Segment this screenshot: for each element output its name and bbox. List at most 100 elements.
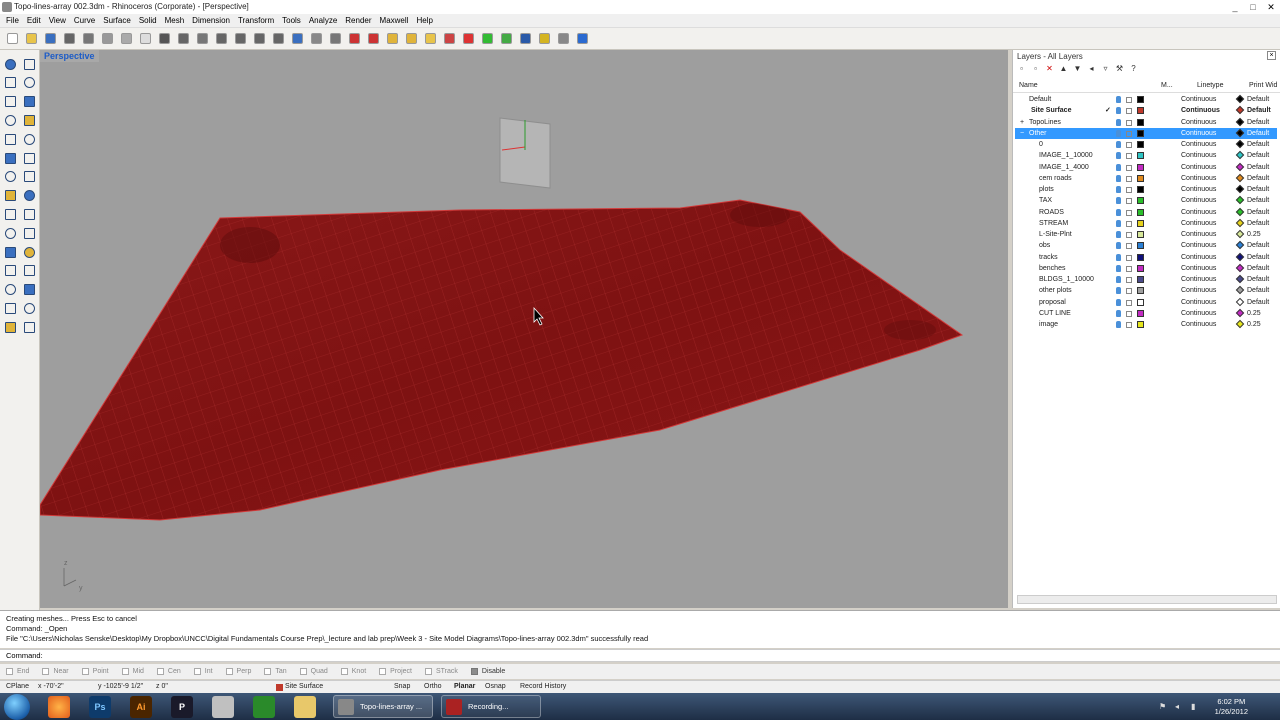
layer-print-width[interactable]: 0.25 bbox=[1247, 229, 1261, 240]
layer-print-width[interactable]: Default bbox=[1247, 128, 1269, 139]
move-up-icon[interactable]: ▲ bbox=[1059, 64, 1068, 73]
layer-print-width[interactable]: 0.25 bbox=[1247, 319, 1261, 330]
layer-color-swatch[interactable] bbox=[1137, 163, 1144, 171]
layer-color-swatch[interactable] bbox=[1137, 208, 1144, 216]
lock-icon[interactable] bbox=[1126, 187, 1132, 193]
new-layer-icon[interactable]: ▫ bbox=[1017, 64, 1026, 73]
rendered-view-icon[interactable] bbox=[498, 30, 515, 47]
array-tool-icon[interactable] bbox=[21, 244, 37, 260]
layer-print-width[interactable]: Default bbox=[1247, 240, 1269, 251]
arc-tool-icon[interactable] bbox=[21, 94, 37, 110]
show-icon[interactable] bbox=[365, 30, 382, 47]
lock-icon[interactable] bbox=[1126, 232, 1132, 238]
firefox-icon[interactable] bbox=[48, 696, 70, 718]
menu-help[interactable]: Help bbox=[412, 14, 436, 28]
lock-icon[interactable] bbox=[1126, 254, 1132, 261]
lock-icon[interactable] bbox=[1126, 220, 1132, 227]
col-print-width[interactable]: Print Wid bbox=[1249, 82, 1277, 89]
layer-color-swatch[interactable] bbox=[1137, 186, 1144, 193]
open-icon[interactable] bbox=[23, 30, 40, 47]
print-color-icon[interactable] bbox=[1235, 229, 1245, 239]
explorer-folder-icon[interactable] bbox=[294, 696, 316, 718]
layer-color-swatch[interactable] bbox=[1137, 321, 1144, 328]
layer-name[interactable]: tracks bbox=[1039, 252, 1058, 263]
status-cplane[interactable]: CPlane bbox=[6, 681, 29, 693]
layer-print-width[interactable]: Default bbox=[1247, 94, 1269, 105]
taskbar-recording-window[interactable]: Recording... bbox=[441, 695, 541, 718]
trim-tool-icon[interactable] bbox=[2, 263, 18, 279]
layer-linetype[interactable]: Continuous bbox=[1181, 207, 1216, 218]
menu-solid[interactable]: Solid bbox=[135, 14, 161, 28]
options-icon[interactable] bbox=[555, 30, 572, 47]
menu-transform[interactable]: Transform bbox=[234, 14, 278, 28]
analyze-tool-icon[interactable] bbox=[2, 300, 18, 316]
polyline-tool-icon[interactable] bbox=[2, 75, 18, 91]
visibility-bulb-icon[interactable] bbox=[1116, 186, 1121, 193]
perspective-viewport[interactable]: z y Perspective bbox=[40, 50, 1008, 608]
layer-print-width[interactable]: Default bbox=[1247, 162, 1269, 173]
layer-name[interactable]: image bbox=[1039, 319, 1058, 330]
viewport-canvas[interactable]: z y bbox=[40, 50, 1008, 608]
rectangle-tool-icon[interactable] bbox=[2, 112, 18, 128]
col-material[interactable]: M... bbox=[1161, 82, 1173, 89]
layers-panel-close-button[interactable]: × bbox=[1267, 51, 1276, 60]
layer-linetype[interactable]: Continuous bbox=[1181, 319, 1216, 330]
layer-linetype[interactable]: Continuous bbox=[1181, 195, 1216, 206]
visibility-bulb-icon[interactable] bbox=[1116, 264, 1121, 272]
status-snap-toggle[interactable]: Snap bbox=[394, 681, 410, 693]
fillet-tool-icon[interactable] bbox=[21, 131, 37, 147]
paste-icon[interactable] bbox=[137, 30, 154, 47]
visibility-bulb-icon[interactable] bbox=[1116, 152, 1121, 160]
osnap-checkbox[interactable] bbox=[193, 668, 201, 675]
layer-print-width[interactable]: Default bbox=[1247, 184, 1269, 195]
zoom-extents-icon[interactable] bbox=[251, 30, 268, 47]
start-button[interactable] bbox=[4, 694, 30, 720]
layer-linetype[interactable]: Continuous bbox=[1181, 184, 1216, 195]
print-color-icon[interactable] bbox=[1235, 139, 1245, 149]
layer-name[interactable]: proposal bbox=[1039, 297, 1066, 308]
status-planar-toggle[interactable]: Planar bbox=[454, 681, 475, 693]
print-color-icon[interactable] bbox=[1235, 94, 1245, 104]
visibility-bulb-icon[interactable] bbox=[1116, 219, 1121, 227]
tools-icon[interactable]: ⚒ bbox=[1115, 64, 1124, 73]
point-tool-icon[interactable] bbox=[21, 56, 37, 72]
pan-icon[interactable] bbox=[175, 30, 192, 47]
rotate-icon[interactable] bbox=[194, 30, 211, 47]
lock-icon[interactable] bbox=[1126, 108, 1132, 115]
copy-obj-tool-icon[interactable] bbox=[21, 225, 37, 241]
layer-row[interactable]: plots Continuous Default bbox=[1015, 184, 1277, 195]
visibility-bulb-icon[interactable] bbox=[1116, 321, 1121, 328]
layer-color-swatch[interactable] bbox=[1137, 197, 1144, 205]
visibility-bulb-icon[interactable] bbox=[1116, 242, 1121, 250]
visibility-bulb-icon[interactable] bbox=[1116, 208, 1121, 216]
delete-layer-icon[interactable]: ✕ bbox=[1045, 64, 1054, 73]
layer-name[interactable]: STREAM bbox=[1039, 218, 1068, 229]
layer-color-swatch[interactable] bbox=[1137, 118, 1144, 126]
layer-icon[interactable] bbox=[422, 30, 439, 47]
visibility-bulb-icon[interactable] bbox=[1116, 174, 1121, 182]
layer-row[interactable]: TAX Continuous Default bbox=[1015, 195, 1277, 206]
layer-print-width[interactable]: Default bbox=[1247, 263, 1269, 274]
layer-name[interactable]: IMAGE_1_4000 bbox=[1039, 162, 1089, 173]
osnap-checkbox[interactable] bbox=[121, 668, 129, 675]
tray-clock[interactable]: 6:02 PM 1/26/2012 bbox=[1215, 697, 1248, 717]
print-icon[interactable] bbox=[61, 30, 78, 47]
undo-icon[interactable] bbox=[156, 30, 173, 47]
visibility-bulb-icon[interactable] bbox=[1116, 163, 1121, 171]
minimize-button[interactable]: _ bbox=[1226, 0, 1244, 14]
grid-snap-icon[interactable] bbox=[327, 30, 344, 47]
visibility-bulb-icon[interactable] bbox=[1116, 231, 1121, 238]
move-tool-icon[interactable] bbox=[2, 225, 18, 241]
menu-maxwell[interactable]: Maxwell bbox=[376, 14, 413, 28]
photoshop-icon[interactable]: Ps bbox=[89, 696, 111, 718]
transform-tool-icon[interactable] bbox=[21, 206, 37, 222]
unlock-icon[interactable] bbox=[403, 30, 420, 47]
help-icon[interactable] bbox=[574, 30, 591, 47]
osnap-checkbox[interactable] bbox=[225, 668, 233, 675]
filter-icon[interactable]: ▿ bbox=[1101, 64, 1110, 73]
lock-icon[interactable] bbox=[1126, 142, 1132, 148]
layer-row[interactable]: image Continuous 0.25 bbox=[1015, 319, 1277, 330]
polygon-tool-icon[interactable] bbox=[21, 112, 37, 128]
osnap-checkbox[interactable] bbox=[424, 668, 432, 675]
tray-flag-icon[interactable]: ⚑ bbox=[1159, 702, 1168, 711]
